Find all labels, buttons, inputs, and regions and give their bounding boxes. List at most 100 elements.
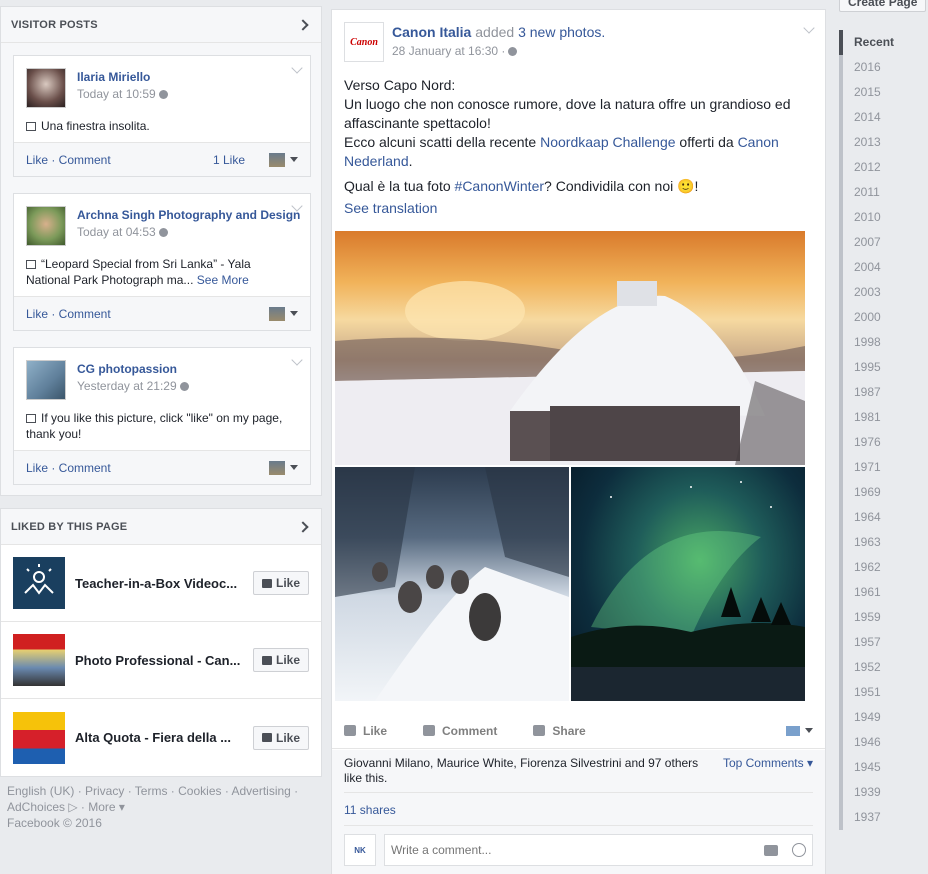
like-comment-links[interactable]: Like · Comment xyxy=(26,307,269,321)
like-count[interactable]: 1 Like xyxy=(213,153,245,167)
year-item[interactable]: 1964 xyxy=(839,505,928,530)
like-comment-links[interactable]: Like · Comment xyxy=(26,461,269,475)
comment-box[interactable] xyxy=(384,834,813,866)
year-item[interactable]: 2010 xyxy=(839,205,928,230)
page-logo[interactable] xyxy=(13,557,65,609)
hashtag-link[interactable]: #CanonWinter xyxy=(455,178,545,194)
year-item[interactable]: 2015 xyxy=(839,80,928,105)
comment-label: Comment xyxy=(442,723,498,738)
year-item[interactable]: Recent xyxy=(839,30,928,55)
year-item[interactable]: 1945 xyxy=(839,755,928,780)
avatar[interactable] xyxy=(26,68,66,108)
visitor-posts-header[interactable]: VISITOR POSTS xyxy=(1,7,321,43)
footer-line[interactable]: AdChoices ▷ · More ▾ xyxy=(7,799,315,815)
avatar[interactable] xyxy=(26,206,66,246)
post-page-name[interactable]: Canon Italia xyxy=(392,24,471,40)
year-item[interactable]: 1995 xyxy=(839,355,928,380)
page-logo[interactable] xyxy=(13,711,65,764)
post-time[interactable]: Today at 04:53 xyxy=(77,225,156,239)
like-comment-links[interactable]: Like · Comment xyxy=(26,153,213,167)
hashtag-link[interactable]: Noordkaap Challenge xyxy=(540,134,675,150)
year-item[interactable]: 1987 xyxy=(839,380,928,405)
caret-down-icon[interactable] xyxy=(290,465,298,470)
like-button-label: Like xyxy=(275,576,300,590)
year-item[interactable]: 1957 xyxy=(839,630,928,655)
post-timestamp[interactable]: 28 January at 16:30 · xyxy=(392,44,505,58)
year-item[interactable]: 1946 xyxy=(839,730,928,755)
caret-down-icon[interactable] xyxy=(290,311,298,316)
photo-aurora[interactable] xyxy=(571,467,805,701)
avatar[interactable]: NK xyxy=(344,834,376,866)
audience-selector[interactable] xyxy=(786,725,813,736)
photo-cabin[interactable] xyxy=(335,231,805,465)
like-action[interactable]: Like xyxy=(344,724,387,738)
photo-icon xyxy=(26,260,36,269)
footer-links: English (UK) · Privacy · Terms · Cookies… xyxy=(0,777,322,837)
camera-icon[interactable] xyxy=(764,844,778,856)
create-page-button[interactable]: Create Page xyxy=(839,0,927,12)
caret-down-icon[interactable] xyxy=(290,157,298,162)
emoji-icon[interactable] xyxy=(792,843,806,857)
footer-line[interactable]: English (UK) · Privacy · Terms · Cookies… xyxy=(7,783,315,799)
year-item[interactable]: 1961 xyxy=(839,580,928,605)
year-item[interactable]: 1969 xyxy=(839,480,928,505)
year-item[interactable]: 1939 xyxy=(839,780,928,805)
post-author[interactable]: Ilaria Miriello xyxy=(77,70,168,84)
year-item[interactable]: 2004 xyxy=(839,255,928,280)
liked-page-name[interactable]: Alta Quota - Fiera della ... xyxy=(75,730,245,745)
year-item[interactable]: 1937 xyxy=(839,805,928,830)
avatar[interactable] xyxy=(26,360,66,400)
canon-logo[interactable]: Canon xyxy=(344,22,384,62)
text: offerti da xyxy=(675,134,738,150)
like-page-button[interactable]: Like xyxy=(252,725,309,750)
post-author[interactable]: Archna Singh Photography and Design xyxy=(77,208,300,222)
year-item[interactable]: 2011 xyxy=(839,180,928,205)
chevron-right-icon[interactable] xyxy=(297,18,309,31)
year-item[interactable]: 1949 xyxy=(839,705,928,730)
year-item[interactable]: 2014 xyxy=(839,105,928,130)
post-time[interactable]: Today at 10:59 xyxy=(77,87,156,101)
top-comments-dropdown[interactable]: Top Comments ▾ xyxy=(723,756,813,786)
year-item[interactable]: 1952 xyxy=(839,655,928,680)
page-logo[interactable] xyxy=(13,634,65,686)
year-item[interactable]: 2007 xyxy=(839,230,928,255)
visitor-posts-panel: VISITOR POSTS Ilaria Miriello Today at 1… xyxy=(0,6,322,496)
liked-by-page-panel: LIKED BY THIS PAGE Teacher-in-a-Box Vide… xyxy=(0,508,322,777)
like-label: Like xyxy=(363,723,388,738)
comment-input[interactable] xyxy=(391,843,758,857)
photo-reindeer[interactable] xyxy=(335,467,569,701)
liked-by-page-header[interactable]: LIKED BY THIS PAGE xyxy=(1,509,321,545)
like-page-button[interactable]: Like xyxy=(252,648,309,672)
post-author[interactable]: CG photopassion xyxy=(77,362,189,376)
liked-page-name[interactable]: Photo Professional - Can... xyxy=(75,653,245,668)
liked-page-name[interactable]: Teacher-in-a-Box Videoc... xyxy=(75,576,245,591)
avatar[interactable] xyxy=(269,460,285,475)
post-verb: added xyxy=(475,24,515,40)
post-time[interactable]: Yesterday at 21:29 xyxy=(77,379,177,393)
year-item[interactable]: 1951 xyxy=(839,680,928,705)
avatar[interactable] xyxy=(269,306,285,321)
year-item[interactable]: 1962 xyxy=(839,555,928,580)
year-item[interactable]: 2016 xyxy=(839,55,928,80)
likers-text[interactable]: Giovanni Milano, Maurice White, Fiorenza… xyxy=(344,756,713,786)
photo-count-link[interactable]: 3 new photos. xyxy=(518,24,605,40)
year-item[interactable]: 2000 xyxy=(839,305,928,330)
shares-count[interactable]: 11 shares xyxy=(344,793,813,826)
avatar[interactable] xyxy=(269,152,285,167)
year-item[interactable]: 2012 xyxy=(839,155,928,180)
comment-action[interactable]: Comment xyxy=(423,724,497,738)
year-item[interactable]: 1976 xyxy=(839,430,928,455)
year-item[interactable]: 1981 xyxy=(839,405,928,430)
visitor-post: Ilaria Miriello Today at 10:59 Una fines… xyxy=(13,55,311,177)
share-action[interactable]: Share xyxy=(533,724,586,738)
year-item[interactable]: 2003 xyxy=(839,280,928,305)
year-item[interactable]: 2013 xyxy=(839,130,928,155)
chevron-right-icon[interactable] xyxy=(297,520,309,533)
year-item[interactable]: 1963 xyxy=(839,530,928,555)
year-item[interactable]: 1971 xyxy=(839,455,928,480)
like-page-button[interactable]: Like xyxy=(252,571,309,595)
see-more-link[interactable]: See More xyxy=(197,273,249,287)
year-item[interactable]: 1959 xyxy=(839,605,928,630)
see-translation-link[interactable]: See translation xyxy=(332,196,825,216)
year-item[interactable]: 1998 xyxy=(839,330,928,355)
